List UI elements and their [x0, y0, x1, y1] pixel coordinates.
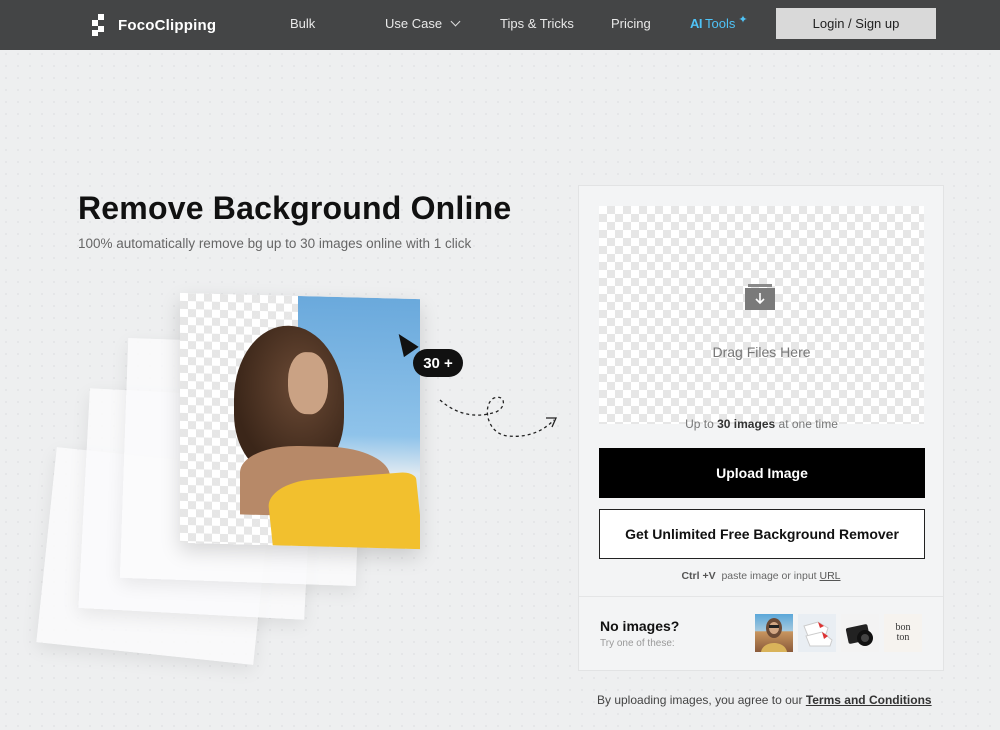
- terms-link[interactable]: Terms and Conditions: [806, 693, 932, 707]
- sample-thumb-woman[interactable]: [755, 614, 793, 652]
- paste-shortcut: Ctrl +V: [681, 570, 716, 582]
- bonton-logo-text: bon ton: [896, 623, 911, 643]
- no-images-title: No images?: [600, 618, 680, 634]
- upload-panel: Drag Files Here Up to 30 images at one t…: [578, 185, 944, 671]
- limit-suffix: at one time: [778, 417, 838, 431]
- photo-face: [288, 351, 328, 415]
- sneakers-thumb-image: [803, 621, 833, 647]
- ai-tools-label: Tools: [705, 16, 736, 31]
- download-tray-icon: [745, 284, 775, 310]
- sample-thumb-camera[interactable]: [841, 614, 879, 652]
- sample-photo: [180, 292, 420, 550]
- nav-item-use-case-label: Use Case: [385, 16, 443, 31]
- bonton-line-2: ton: [896, 632, 910, 643]
- nav-item-ai-tools[interactable]: AI Tools ✦: [690, 14, 748, 31]
- divider: [579, 596, 943, 597]
- limit-prefix: Up to: [685, 417, 714, 431]
- logo[interactable]: FocoClipping: [92, 14, 216, 36]
- paste-url-link[interactable]: URL: [820, 570, 841, 582]
- top-nav-bar: FocoClipping Bulk Use Case Tips & Tricks…: [0, 0, 1000, 50]
- logo-icon: [92, 14, 110, 36]
- sparkle-icon: ✦: [738, 14, 748, 26]
- terms-notice: By uploading images, you agree to our Te…: [597, 693, 932, 707]
- photo-yellow-cloth: [266, 471, 420, 550]
- page-subtitle: 100% automatically remove bg up to 30 im…: [78, 236, 472, 251]
- get-unlimited-button[interactable]: Get Unlimited Free Background Remover: [599, 509, 925, 559]
- paste-text: paste image or input: [721, 570, 817, 582]
- ai-tools-prefix: AI: [690, 16, 703, 31]
- upload-limit-text: Up to 30 images at one time: [599, 417, 924, 431]
- drop-label: Drag Files Here: [712, 344, 811, 360]
- woman-thumb-image: [761, 618, 787, 652]
- camera-thumb-image: [845, 624, 873, 646]
- nav-item-bulk[interactable]: Bulk: [290, 16, 315, 31]
- login-signup-button[interactable]: Login / Sign up: [776, 8, 936, 39]
- sample-thumb-sneakers[interactable]: [798, 614, 836, 652]
- nav-item-pricing[interactable]: Pricing: [611, 16, 651, 31]
- terms-prefix: By uploading images, you agree to our: [597, 693, 803, 707]
- limit-count: 30 images: [717, 417, 776, 431]
- no-images-subtitle: Try one of these:: [600, 638, 675, 649]
- upload-image-button[interactable]: Upload Image: [599, 448, 925, 498]
- sample-thumb-bonton-logo[interactable]: bon ton: [884, 614, 922, 652]
- nav-item-use-case[interactable]: Use Case: [385, 16, 461, 31]
- nav-item-tips-tricks[interactable]: Tips & Tricks: [500, 16, 574, 31]
- paste-hint: Ctrl +V paste image or input URL: [579, 570, 943, 582]
- logo-text: FocoClipping: [118, 16, 217, 34]
- chevron-down-icon: [450, 16, 461, 27]
- drop-zone[interactable]: Drag Files Here Up to 30 images at one t…: [599, 206, 924, 431]
- page-title: Remove Background Online: [78, 190, 512, 226]
- dashed-arrow-icon: [439, 396, 558, 437]
- count-badge: 30 +: [413, 349, 463, 377]
